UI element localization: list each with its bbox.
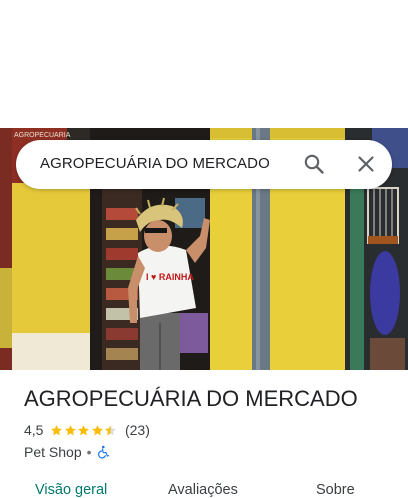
category-row: Pet Shop • bbox=[24, 443, 110, 461]
wheelchair-accessible-icon bbox=[97, 445, 109, 459]
shirt-text: I ♥ RAINHA bbox=[146, 272, 194, 282]
search-query-text[interactable]: AGROPECUÁRIA DO MERCADO bbox=[40, 155, 270, 172]
tab-about[interactable]: Sobre bbox=[316, 482, 355, 498]
star-half-icon bbox=[105, 424, 117, 435]
place-title: AGROPECUÁRIA DO MERCADO bbox=[24, 386, 358, 411]
star-full-icon bbox=[51, 424, 63, 435]
review-count[interactable]: (23) bbox=[125, 422, 150, 438]
star-full-icon bbox=[65, 424, 76, 435]
tab-overview[interactable]: Visão geral bbox=[35, 482, 107, 498]
place-tabs: Visão geral Avaliações Sobre bbox=[0, 476, 408, 498]
separator-dot: • bbox=[86, 444, 92, 460]
top-empty-area bbox=[0, 0, 408, 128]
rating-value: 4,5 bbox=[24, 422, 44, 438]
rating-row[interactable]: 4,5 (23) bbox=[24, 421, 150, 439]
tab-reviews[interactable]: Avaliações bbox=[168, 482, 238, 498]
search-icon[interactable] bbox=[302, 152, 326, 176]
star-full-icon bbox=[92, 424, 103, 435]
search-bar[interactable]: AGROPECUÁRIA DO MERCADO bbox=[16, 140, 392, 189]
shop-sign-text: AGROPECUARIA bbox=[14, 132, 71, 139]
star-full-icon bbox=[78, 424, 90, 435]
star-rating bbox=[50, 424, 118, 437]
close-icon[interactable] bbox=[354, 152, 378, 176]
place-category: Pet Shop bbox=[24, 444, 82, 460]
